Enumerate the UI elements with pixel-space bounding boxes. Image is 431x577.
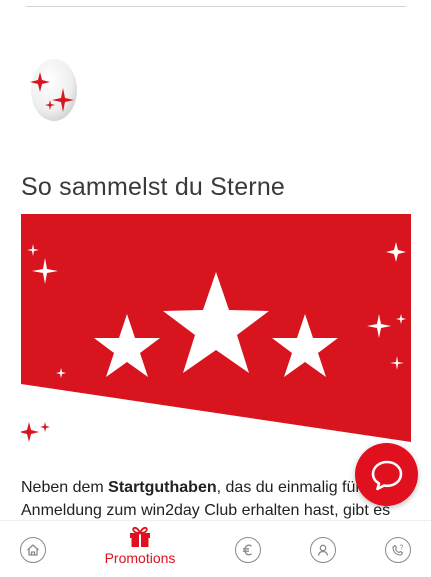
- home-icon: [20, 537, 46, 563]
- nav-promotions-label: Promotions: [104, 550, 176, 566]
- chat-bubble-icon: [371, 460, 402, 490]
- nav-payments[interactable]: [235, 521, 261, 577]
- gift-icon: [130, 526, 150, 547]
- nav-home[interactable]: [20, 521, 46, 577]
- section-title: So sammelst du Sterne: [21, 173, 286, 201]
- euro-icon: [235, 537, 261, 563]
- text-part: , das du einmalig für: [216, 479, 361, 496]
- svg-text:?: ?: [400, 545, 404, 552]
- stars-banner: [21, 214, 411, 442]
- promo-description-line2: Anmeldung zum win2day Club erhalten hast…: [21, 502, 391, 519]
- nav-account[interactable]: [310, 521, 336, 577]
- text-part: Neben dem: [21, 479, 109, 496]
- nav-promotions[interactable]: Promotions: [100, 521, 180, 577]
- chat-button[interactable]: [355, 443, 418, 506]
- user-icon: [310, 537, 336, 563]
- bottom-nav: Promotions ?: [0, 520, 431, 577]
- top-divider: [26, 6, 406, 7]
- nav-help[interactable]: ?: [385, 521, 411, 577]
- text-bold: Startguthaben: [108, 479, 217, 496]
- help-phone-icon: ?: [385, 537, 411, 563]
- easter-egg-icon: [30, 59, 77, 121]
